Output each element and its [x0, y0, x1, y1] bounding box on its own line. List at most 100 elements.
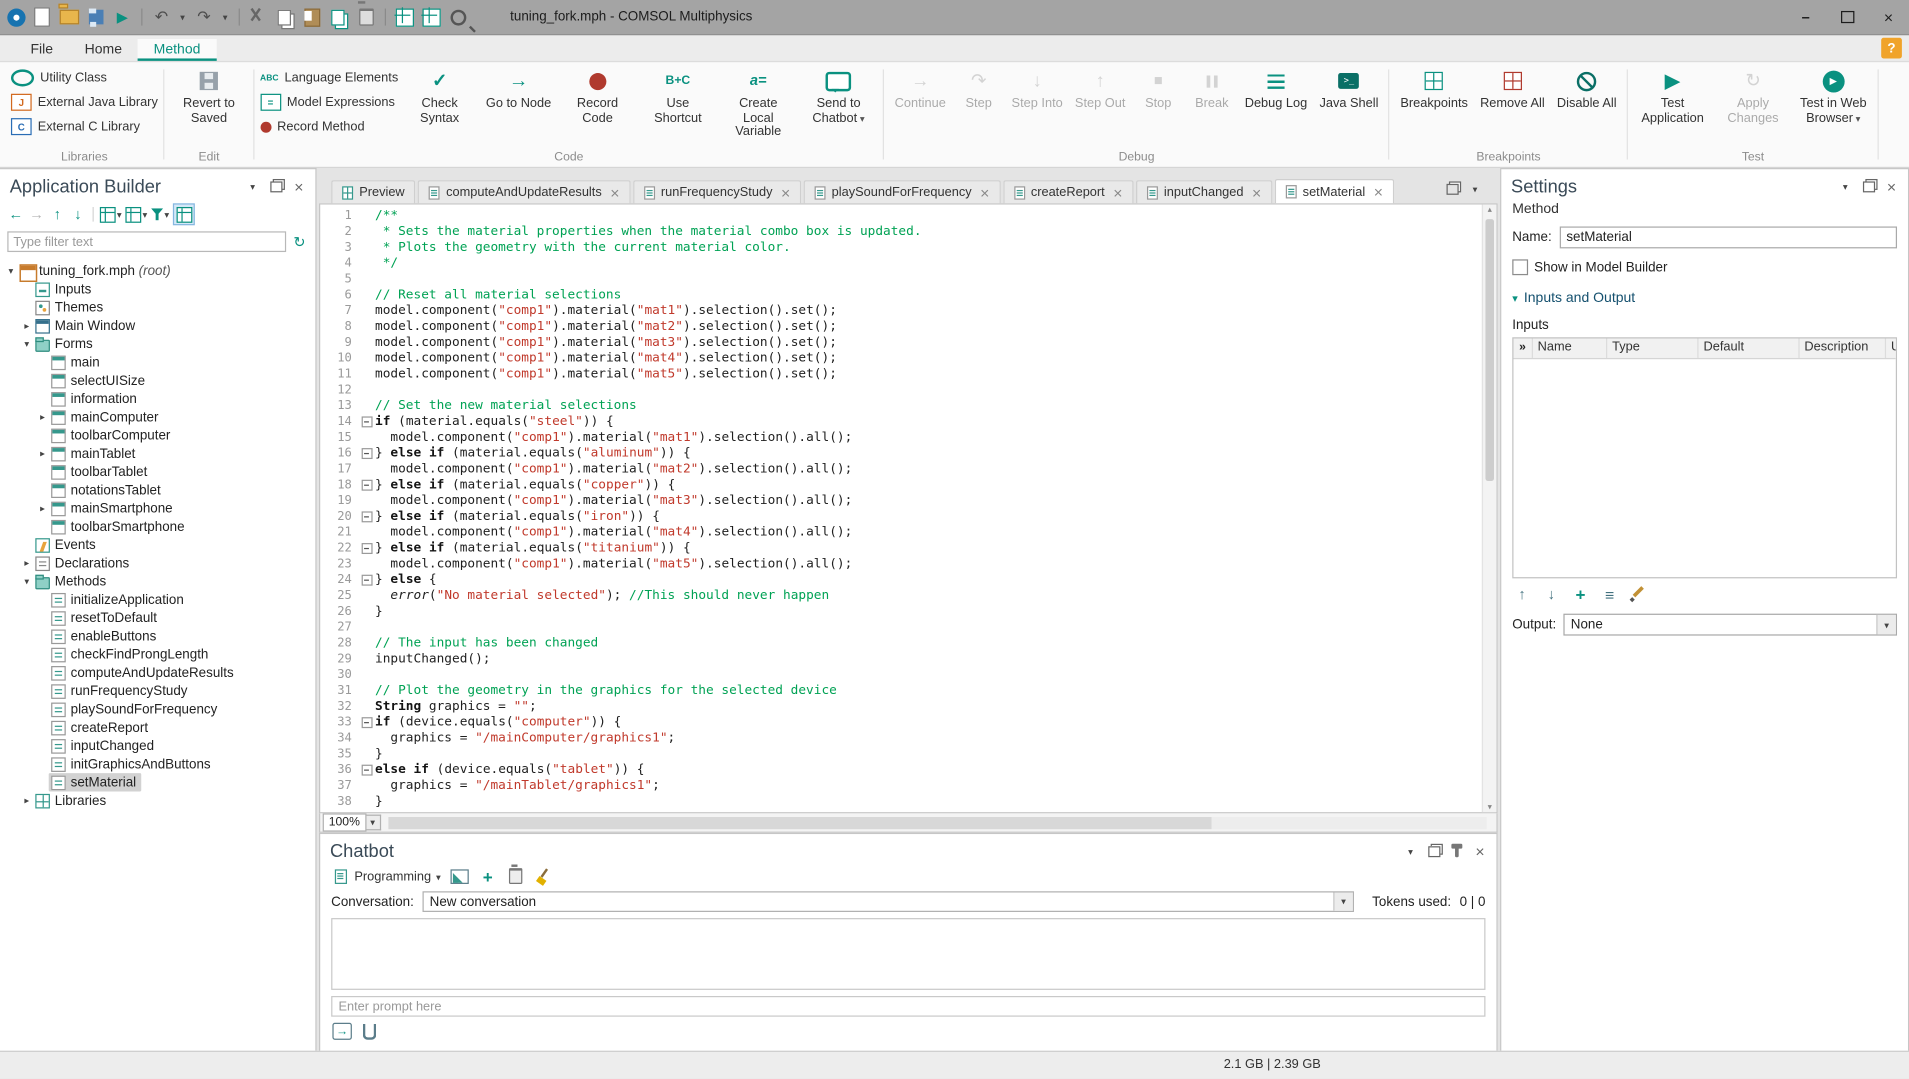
- ribbon-button-check-syntax[interactable]: ✓Check Syntax: [401, 65, 479, 149]
- paste-icon[interactable]: [304, 8, 320, 26]
- menu-tab-method[interactable]: Method: [138, 39, 216, 61]
- attach-file-icon[interactable]: [363, 1023, 376, 1039]
- editor-tab-setmaterial[interactable]: setMaterial: [1275, 179, 1394, 203]
- undo-dropdown-icon[interactable]: [178, 7, 188, 28]
- zoom-extents-icon[interactable]: [451, 9, 467, 25]
- ribbon-button-remove-all[interactable]: Remove All: [1475, 65, 1549, 149]
- close-tab-icon[interactable]: [781, 183, 790, 201]
- fold-marker-icon[interactable]: [359, 509, 375, 525]
- attach-image-icon[interactable]: [451, 867, 469, 885]
- ribbon-button-go-to-node[interactable]: →Go to Node: [481, 65, 556, 149]
- table-icon[interactable]: [396, 8, 414, 26]
- ribbon-button-breakpoints[interactable]: Breakpoints: [1396, 65, 1473, 149]
- tree-item-toolbartablet[interactable]: toolbarTablet: [0, 463, 315, 481]
- delete-icon[interactable]: [359, 9, 374, 26]
- tree-item-toolbarsmartphone[interactable]: toolbarSmartphone: [0, 517, 315, 535]
- import-table-icon[interactable]: [423, 8, 441, 26]
- close-settings-icon[interactable]: [1884, 179, 1900, 195]
- edit-input-icon[interactable]: [1630, 586, 1647, 603]
- scroll-up-icon[interactable]: ▴: [1483, 205, 1496, 215]
- edit-list-icon[interactable]: [1601, 586, 1618, 603]
- tree-item-inputchanged[interactable]: inputChanged: [0, 737, 315, 755]
- tree-item-setmaterial[interactable]: setMaterial: [0, 773, 315, 791]
- tree-item-main-window[interactable]: ▸Main Window: [0, 317, 315, 335]
- chatbot-menu-icon[interactable]: [1403, 844, 1419, 860]
- close-panel-icon[interactable]: [291, 179, 307, 195]
- output-dropdown-icon[interactable]: [1876, 615, 1895, 634]
- ribbon-button-java-shell[interactable]: >_Java Shell: [1315, 65, 1384, 149]
- inputs-and-output-section[interactable]: ▾ Inputs and Output: [1501, 275, 1908, 305]
- redo-icon[interactable]: [194, 7, 215, 28]
- ribbon-button-language-elements[interactable]: ABCLanguage Elements: [260, 68, 398, 87]
- mode-selector[interactable]: Programming: [331, 867, 441, 885]
- back-icon[interactable]: [7, 205, 24, 224]
- scrollbar-thumb[interactable]: [1485, 219, 1494, 481]
- tree-item-checkfindpronglength[interactable]: checkFindProngLength: [0, 645, 315, 663]
- tree-item-events[interactable]: Events: [0, 536, 315, 554]
- tree-item-themes[interactable]: Themes: [0, 298, 315, 316]
- tree-item-initgraphicsandbuttons[interactable]: initGraphicsAndButtons: [0, 755, 315, 773]
- undo-icon[interactable]: [151, 7, 172, 28]
- tree-item-maincomputer[interactable]: ▸mainComputer: [0, 408, 315, 426]
- ribbon-button-disable-all[interactable]: Disable All: [1552, 65, 1621, 149]
- tree-item-enablebuttons[interactable]: enableButtons: [0, 627, 315, 645]
- ribbon-button-create-local-variable[interactable]: a=Create Local Variable: [719, 65, 797, 149]
- conversation-dropdown-icon[interactable]: [1333, 893, 1352, 911]
- node-display-options-icon[interactable]: [125, 205, 147, 224]
- panel-menu-icon[interactable]: [245, 179, 261, 195]
- tree-item-inputs[interactable]: Inputs: [0, 280, 315, 298]
- fold-marker-icon[interactable]: [359, 572, 375, 588]
- maximize-editor-icon[interactable]: [1444, 181, 1460, 197]
- tree-view-options-icon[interactable]: [100, 205, 122, 224]
- close-chatbot-icon[interactable]: [1472, 844, 1488, 860]
- column-header-name[interactable]: Name: [1533, 338, 1608, 357]
- column-header-description[interactable]: Description: [1800, 338, 1887, 357]
- maximize-button[interactable]: [1826, 0, 1867, 34]
- tree-item-notationstablet[interactable]: notationsTablet: [0, 481, 315, 499]
- new-conversation-icon[interactable]: [479, 867, 497, 885]
- filter-input[interactable]: [7, 231, 286, 252]
- close-tab-icon[interactable]: [1374, 183, 1383, 201]
- horizontal-scrollbar[interactable]: [388, 816, 1487, 828]
- tree-item-selectuisize[interactable]: selectUISize: [0, 371, 315, 389]
- float-panel-icon[interactable]: [268, 179, 284, 195]
- ribbon-button-test-in-web-browser[interactable]: ▶Test in Web Browser ▾: [1794, 65, 1872, 149]
- editor-scrollbar[interactable]: ▴ ▾: [1482, 205, 1497, 813]
- zoom-dropdown-icon[interactable]: [366, 815, 381, 831]
- zoom-level[interactable]: 100%: [323, 813, 366, 831]
- ribbon-button-model-expressions[interactable]: =Model Expressions: [260, 93, 398, 112]
- tree-item-computeandupdateresults[interactable]: computeAndUpdateResults: [0, 664, 315, 682]
- move-down-icon[interactable]: [1543, 586, 1560, 603]
- send-prompt-icon[interactable]: →: [332, 1023, 351, 1040]
- ribbon-button-record-method[interactable]: Record Method: [260, 117, 398, 136]
- tree-item-main[interactable]: main: [0, 353, 315, 371]
- float-chatbot-icon[interactable]: [1426, 844, 1442, 860]
- tree-collapsed-arrow-icon[interactable]: ▸: [37, 448, 49, 459]
- tree-item-playsoundforfrequency[interactable]: playSoundForFrequency: [0, 700, 315, 718]
- close-tab-icon[interactable]: [1252, 183, 1261, 201]
- ribbon-button-utility-class[interactable]: Utility Class: [11, 68, 158, 87]
- help-button[interactable]: ?: [1881, 38, 1902, 59]
- menu-tab-home[interactable]: Home: [69, 39, 138, 61]
- fold-marker-icon[interactable]: [359, 762, 375, 778]
- cut-icon[interactable]: [251, 10, 266, 25]
- conversation-select[interactable]: New conversation: [422, 891, 1354, 912]
- copy-icon[interactable]: [277, 9, 290, 25]
- fold-marker-icon[interactable]: [359, 715, 375, 731]
- editor-tab-preview[interactable]: Preview: [331, 180, 415, 203]
- show-in-model-builder-checkbox[interactable]: [1512, 259, 1528, 275]
- editor-tab-createreport[interactable]: createReport: [1003, 180, 1134, 203]
- close-tab-icon[interactable]: [610, 183, 619, 201]
- tree-item-information[interactable]: information: [0, 390, 315, 408]
- duplicate-icon[interactable]: [331, 9, 344, 25]
- move-up-icon[interactable]: [49, 205, 66, 224]
- tree-item-forms[interactable]: ▾Forms: [0, 335, 315, 353]
- delete-conversation-icon[interactable]: [507, 867, 525, 885]
- ribbon-button-test-application[interactable]: ▶Test Application: [1634, 65, 1712, 149]
- show-all-nodes-toggle-icon[interactable]: [173, 203, 195, 225]
- clear-conversation-icon[interactable]: [535, 867, 553, 885]
- move-down-icon[interactable]: [69, 205, 86, 224]
- tree-expanded-arrow-icon[interactable]: ▾: [21, 576, 33, 587]
- fold-marker-icon[interactable]: [359, 414, 375, 430]
- prompt-input[interactable]: [331, 996, 1485, 1017]
